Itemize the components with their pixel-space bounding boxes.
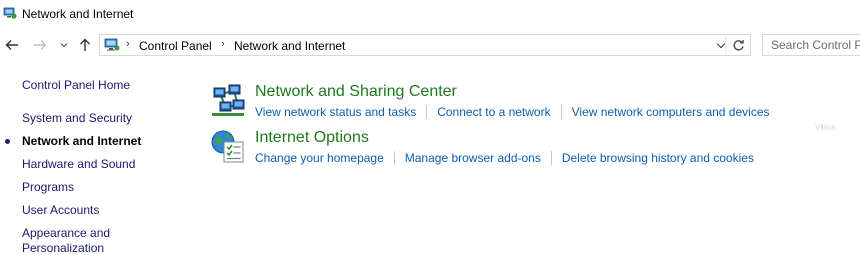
sidebar-item-programs[interactable]: Programs — [22, 180, 74, 195]
sidebar-item-personalization[interactable]: Personalization — [22, 241, 104, 255]
link-delete-browsing-history[interactable]: Delete browsing history and cookies — [562, 151, 754, 165]
address-bar[interactable]: › Control Panel › Network and Internet — [99, 34, 751, 56]
link-separator — [560, 105, 562, 119]
link-view-network-status[interactable]: View network status and tasks — [255, 105, 416, 119]
arrow-left-icon — [5, 40, 18, 50]
link-change-homepage[interactable]: Change your homepage — [255, 151, 384, 165]
internet-options-links: Change your homepage Manage browser add-… — [255, 151, 754, 165]
network-sharing-center-title[interactable]: Network and Sharing Center — [255, 83, 457, 101]
link-view-network-computers[interactable]: View network computers and devices — [572, 105, 770, 119]
arrow-right-icon — [34, 40, 47, 50]
title-bar: Network and Internet — [0, 0, 860, 28]
link-separator — [393, 151, 395, 165]
internet-options-icon[interactable] — [210, 129, 246, 165]
address-divider — [725, 37, 726, 53]
arrow-up-icon — [80, 38, 90, 51]
link-manage-addons[interactable]: Manage browser add-ons — [405, 151, 541, 165]
search-input[interactable] — [763, 35, 860, 55]
window-title: Network and Internet — [22, 7, 134, 21]
link-connect-to-network[interactable]: Connect to a network — [437, 105, 550, 119]
refresh-button[interactable] — [729, 36, 747, 54]
breadcrumb-separator-icon[interactable]: › — [126, 38, 130, 50]
sidebar-item-user-accounts[interactable]: User Accounts — [22, 203, 99, 218]
search-box[interactable] — [762, 34, 860, 56]
control-panel-icon — [104, 38, 120, 51]
network-sharing-links: View network status and tasks Connect to… — [255, 105, 770, 119]
internet-options-title[interactable]: Internet Options — [255, 129, 369, 147]
current-item-bullet-icon — [5, 139, 10, 144]
sidebar-item-system-security[interactable]: System and Security — [22, 111, 132, 126]
up-button[interactable] — [76, 35, 94, 55]
link-separator — [426, 105, 428, 119]
back-button[interactable] — [3, 35, 21, 55]
breadcrumb-network-internet[interactable]: Network and Internet — [234, 39, 345, 53]
recent-locations-button[interactable] — [57, 35, 71, 55]
breadcrumb-separator-icon[interactable]: › — [221, 38, 225, 50]
navigation-bar: › Control Panel › Network and Internet — [0, 33, 860, 57]
network-icon[interactable] — [210, 83, 246, 119]
sidebar-item-network-internet: Network and Internet — [22, 134, 142, 148]
network-internet-icon — [3, 7, 17, 19]
sidebar-item-hardware-sound[interactable]: Hardware and Sound — [22, 157, 135, 172]
sidebar-item-appearance[interactable]: Appearance and — [22, 226, 110, 241]
forward-button[interactable] — [31, 35, 49, 55]
breadcrumb-control-panel[interactable]: Control Panel — [139, 39, 212, 53]
link-separator — [550, 151, 552, 165]
sidebar-item-control-panel-home[interactable]: Control Panel Home — [22, 78, 130, 93]
chevron-down-icon — [60, 43, 68, 48]
refresh-icon — [733, 39, 744, 50]
watermark: VMon — [815, 123, 836, 132]
